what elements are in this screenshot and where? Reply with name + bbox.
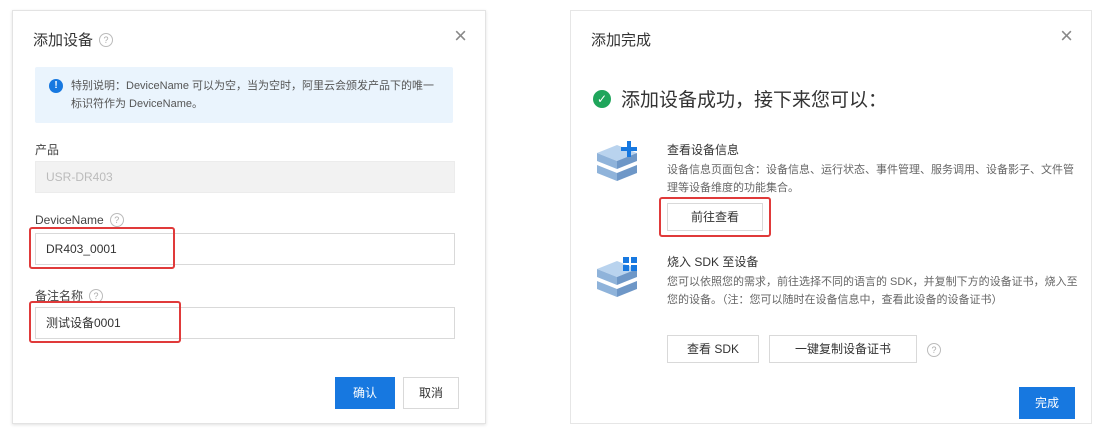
product-label-text: 产品	[35, 143, 60, 157]
sdk-desc: 您可以依照您的需求，前往选择不同的语言的 SDK，并复制下方的设备证书，烧入至您…	[667, 276, 1078, 306]
device-name-label: DeviceName ?	[35, 213, 124, 227]
view-device-desc: 设备信息页面包含：设备信息、运行状态、事件管理、服务调用、设备影子、文件管理等设…	[667, 164, 1074, 194]
remark-input[interactable]: 测试设备0001	[35, 307, 455, 339]
server-add-icon	[597, 141, 637, 181]
help-icon[interactable]: ?	[99, 32, 114, 47]
info-icon: !	[49, 79, 63, 93]
goto-view-button[interactable]: 前往查看	[667, 203, 763, 231]
check-circle-icon: ✓	[593, 89, 611, 108]
info-text: 特别说明：DeviceName 可以为空，当为空时，阿里云会颁发产品下的唯一标识…	[71, 80, 435, 110]
device-name-help-icon[interactable]: ?	[109, 213, 124, 227]
add-complete-dialog: 添加完成 × ✓ 添加设备成功，接下来您可以： 查看设备信息 设备信息页面包含：…	[570, 10, 1092, 424]
remark-label: 备注名称 ?	[35, 287, 104, 304]
device-name-label-text: DeviceName	[35, 213, 104, 227]
cancel-button[interactable]: 取消	[403, 377, 459, 409]
confirm-button[interactable]: 确认	[335, 377, 395, 409]
close-icon[interactable]: ×	[1060, 25, 1073, 47]
info-notice: ! 特别说明：DeviceName 可以为空，当为空时，阿里云会颁发产品下的唯一…	[35, 67, 453, 123]
view-device-title: 查看设备信息	[667, 143, 740, 157]
server-sdk-icon	[597, 257, 637, 297]
sdk-title: 烧入 SDK 至设备	[667, 255, 759, 269]
success-text: 添加设备成功，接下来您可以：	[621, 90, 888, 111]
remark-help-icon[interactable]: ?	[89, 288, 104, 303]
add-complete-title-text: 添加完成	[591, 32, 652, 49]
finish-button[interactable]: 完成	[1019, 387, 1075, 419]
add-complete-title: 添加完成	[591, 29, 651, 50]
add-device-title-text: 添加设备	[33, 32, 94, 49]
device-name-input[interactable]: DR403_0001	[35, 233, 455, 265]
success-message: ✓ 添加设备成功，接下来您可以：	[593, 85, 887, 112]
add-device-title: 添加设备 ?	[33, 29, 114, 50]
copy-cert-button[interactable]: 一键复制设备证书	[769, 335, 917, 363]
add-device-dialog: 添加设备 ? × ! 特别说明：DeviceName 可以为空，当为空时，阿里云…	[12, 10, 486, 424]
product-field: USR-DR403	[35, 161, 455, 193]
product-label: 产品	[35, 141, 59, 158]
remark-label-text: 备注名称	[35, 289, 84, 303]
close-icon[interactable]: ×	[454, 25, 467, 47]
copy-cert-help-icon[interactable]: ?	[927, 343, 941, 357]
view-sdk-button[interactable]: 查看 SDK	[667, 335, 759, 363]
